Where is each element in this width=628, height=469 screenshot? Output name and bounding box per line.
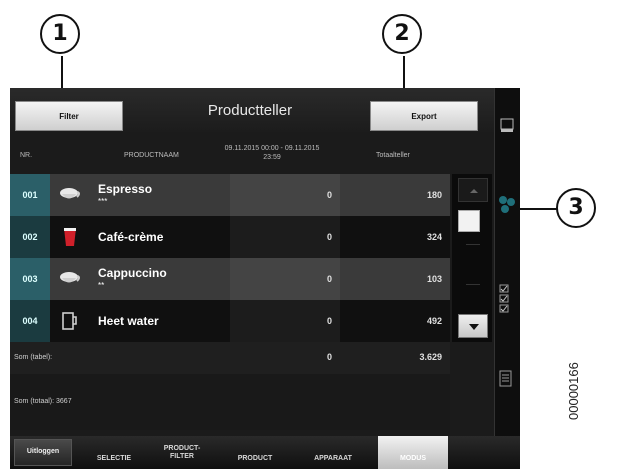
table-scrollbar[interactable] — [452, 174, 492, 342]
red-cup-icon — [50, 216, 90, 258]
sum-total-label: Som (totaal): 3667 — [14, 398, 72, 405]
cup-icon — [50, 258, 90, 300]
callout-2: 2 — [382, 14, 422, 54]
scroll-track-mark — [466, 284, 480, 285]
total-count: 180 — [426, 190, 442, 200]
chevron-down-icon — [469, 324, 479, 330]
row-number: 001 — [10, 174, 50, 216]
nav-apparaat-label: APPARAAT — [314, 455, 352, 462]
column-header-total: Totaalteller — [376, 152, 410, 159]
column-header-period: 09.11.2015 00:00 - 09.11.2015 23:59 — [224, 145, 320, 161]
product-name: Café-crème — [98, 230, 164, 244]
row-number: 003 — [10, 258, 50, 300]
sum-table-row: Som (tabel): 0 3.629 — [10, 342, 450, 374]
column-header-nr: NR. — [20, 152, 33, 159]
total-count: 324 — [426, 232, 442, 242]
nav-product-label: PRODUCT — [237, 455, 273, 462]
column-header-productname: PRODUCTNAAM — [124, 152, 179, 159]
bottom-navigation: Uitloggen SELECTIE PRODUCT- FILTER PRODU… — [10, 436, 520, 469]
checklist-icon[interactable] — [499, 284, 511, 319]
callout-3-leader — [514, 208, 558, 210]
logout-button[interactable]: Uitloggen — [14, 439, 72, 466]
nav-apparaat[interactable]: APPARAAT — [296, 436, 370, 469]
table-row[interactable]: 004 Heet water 0 492 — [10, 300, 450, 342]
chevron-up-icon — [470, 189, 478, 193]
nav-selectie-label: SELECTIE — [96, 455, 132, 462]
side-mode-strip — [494, 88, 520, 436]
product-name: Espresso — [98, 182, 153, 196]
scroll-up-button[interactable] — [458, 178, 488, 202]
total-count: 492 — [426, 316, 442, 326]
total-count: 103 — [426, 274, 442, 284]
nav-product[interactable]: PRODUCT — [222, 436, 288, 469]
period-count: 0 — [326, 232, 332, 242]
nav-product-filter-label-1: PRODUCT- — [163, 445, 201, 452]
scroll-thumb[interactable] — [458, 210, 480, 232]
sum-table-label: Som (tabel): — [14, 354, 53, 361]
row-number: 002 — [10, 216, 50, 258]
row-number: 004 — [10, 300, 50, 342]
top-bar: Filter Productteller Export — [10, 88, 494, 132]
period-count: 0 — [326, 316, 332, 326]
scroll-down-button[interactable] — [458, 314, 488, 338]
logout-label: Uitloggen — [26, 448, 60, 455]
table-row[interactable]: 003 Cappuccino ** 0 103 — [10, 258, 450, 300]
table-header: NR. PRODUCTNAAM 09.11.2015 00:00 - 09.11… — [10, 132, 494, 174]
callout-3: 3 — [556, 188, 596, 228]
nav-product-filter[interactable]: PRODUCT- FILTER — [150, 436, 214, 469]
counter-dots-icon[interactable] — [498, 190, 518, 223]
mug-icon — [50, 300, 90, 342]
product-strength: *** — [98, 197, 108, 206]
table-row[interactable]: 002 Café-crème 0 324 — [10, 216, 450, 258]
document-icon[interactable] — [499, 370, 513, 393]
scroll-track-mark — [466, 244, 480, 245]
product-name: Heet water — [98, 314, 159, 328]
figure-id: 00000166 — [566, 362, 581, 420]
nav-product-filter-label-2: FILTER — [170, 453, 194, 460]
product-name: Cappuccino — [98, 266, 167, 280]
filter-button[interactable]: Filter — [15, 101, 123, 131]
callout-1: 1 — [40, 14, 80, 54]
period-count: 0 — [326, 190, 332, 200]
product-counter-panel: Filter Productteller Export NR. PRODUCTN… — [10, 88, 494, 436]
product-strength: ** — [98, 281, 105, 290]
table-row[interactable]: 001 Espresso *** 0 180 — [10, 174, 450, 216]
sum-table-total: 3.629 — [419, 352, 442, 362]
nav-modus-label: MODUS — [399, 455, 427, 462]
nav-modus[interactable]: MODUS — [378, 436, 448, 469]
sum-table-period: 0 — [326, 352, 332, 362]
machine-icon[interactable] — [499, 118, 515, 139]
sum-total-row: Som (totaal): 3667 — [10, 374, 450, 430]
export-button[interactable]: Export — [370, 101, 478, 131]
device-screen: Filter Productteller Export NR. PRODUCTN… — [10, 88, 520, 469]
nav-selectie[interactable]: SELECTIE — [82, 436, 146, 469]
period-count: 0 — [326, 274, 332, 284]
cup-icon — [50, 174, 90, 216]
page-title: Productteller — [207, 102, 293, 119]
figure: 1 2 3 00000166 Filter Productteller Expo… — [0, 0, 628, 469]
